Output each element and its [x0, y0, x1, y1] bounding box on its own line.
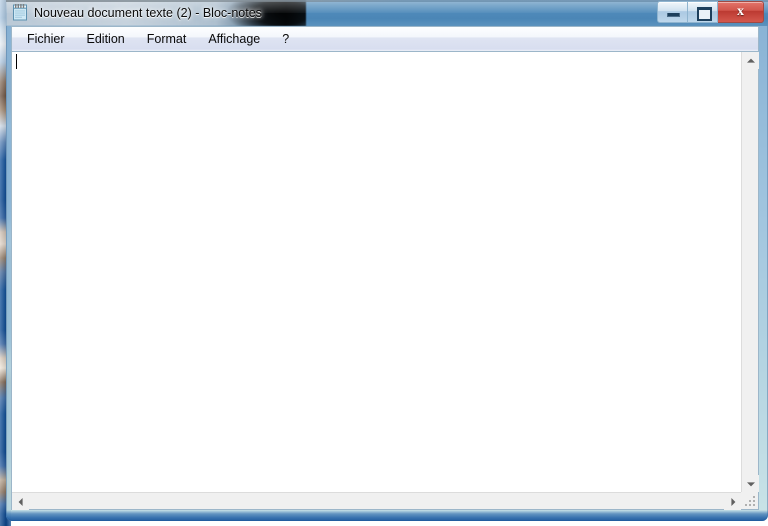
window-controls: x: [657, 1, 764, 23]
scroll-right-button[interactable]: [724, 493, 741, 510]
minimize-icon: [667, 13, 680, 17]
vertical-scrollbar[interactable]: [741, 52, 759, 492]
notepad-window: Nouveau document texte (2) - Bloc-notes …: [6, 0, 768, 521]
menu-bar: Fichier Edition Format Affichage ?: [12, 27, 758, 52]
scroll-down-button[interactable]: [742, 475, 759, 492]
scroll-left-button[interactable]: [12, 493, 29, 510]
window-client-area: Fichier Edition Format Affichage ?: [11, 26, 759, 510]
chevron-right-icon: [730, 497, 735, 506]
chevron-up-icon: [746, 58, 755, 63]
resize-grip[interactable]: [741, 492, 758, 509]
title-bar-top-edge: [6, 0, 768, 2]
window-title-text: Nouveau document texte (2) - Bloc-notes: [34, 6, 262, 20]
close-icon: x: [737, 4, 744, 19]
maximize-icon: [697, 7, 712, 21]
menu-item-fichier[interactable]: Fichier: [17, 27, 75, 52]
text-caret: [16, 54, 17, 69]
minimize-button[interactable]: [657, 1, 688, 23]
menu-item-format[interactable]: Format: [137, 27, 197, 52]
menu-item-help[interactable]: ?: [272, 27, 299, 52]
maximize-button[interactable]: [688, 1, 718, 23]
horizontal-scrollbar[interactable]: [12, 492, 741, 510]
chevron-down-icon: [746, 481, 755, 486]
scroll-up-button[interactable]: [742, 52, 759, 69]
menu-item-edition[interactable]: Edition: [77, 27, 135, 52]
window-title-bar[interactable]: Nouveau document texte (2) - Bloc-notes …: [6, 0, 768, 26]
notepad-icon: [12, 4, 29, 21]
close-button[interactable]: x: [718, 1, 764, 23]
menu-item-affichage[interactable]: Affichage: [198, 27, 270, 52]
text-editor-area[interactable]: [12, 52, 741, 492]
chevron-left-icon: [18, 497, 23, 506]
